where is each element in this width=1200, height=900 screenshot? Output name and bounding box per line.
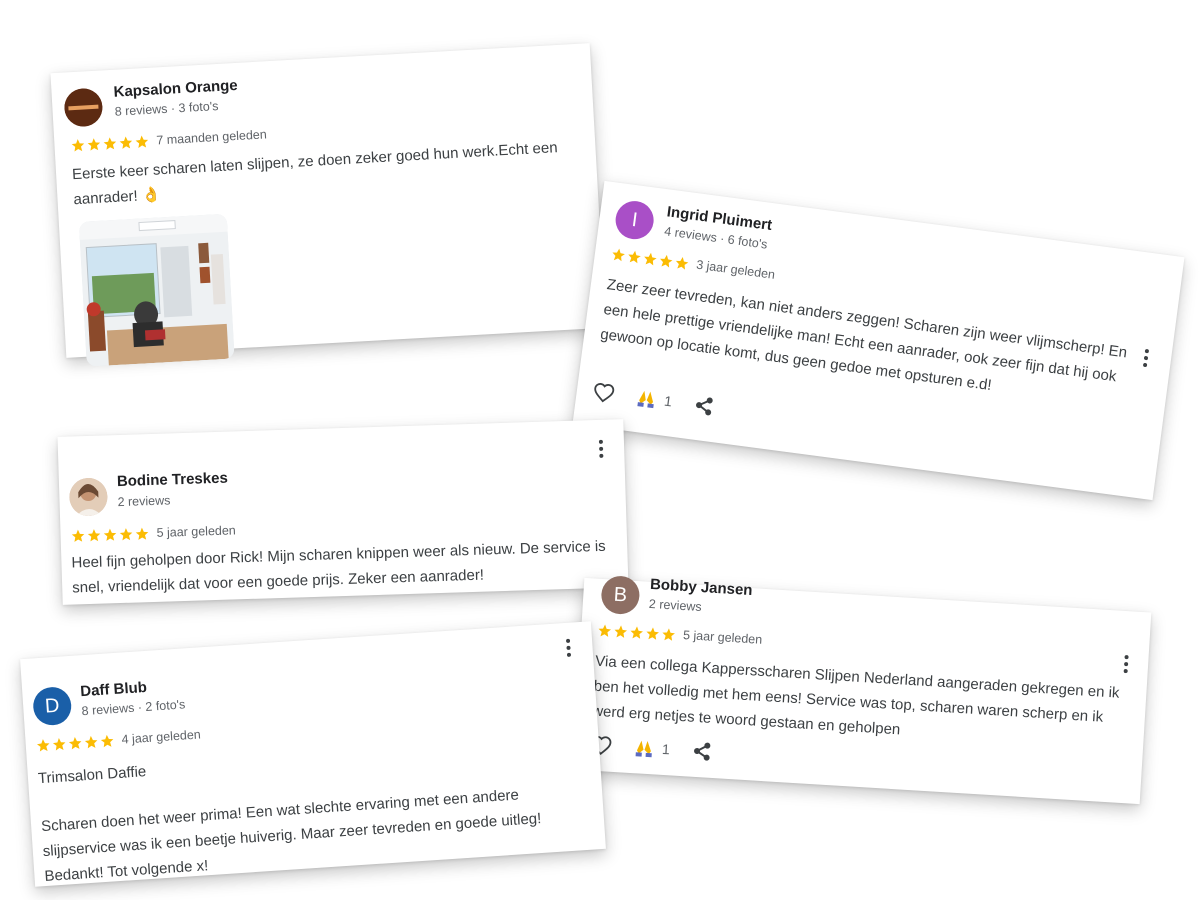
heart-outline-icon: [594, 383, 615, 403]
share-button[interactable]: [693, 395, 715, 417]
salon-logo-icon: [64, 88, 103, 127]
star-icon: [68, 736, 82, 750]
review-card: I Ingrid Pluimert 4 reviews · 6 foto's 3…: [572, 180, 1185, 501]
star-icon: [628, 250, 641, 264]
avatar[interactable]: D: [32, 685, 73, 727]
reaction-button[interactable]: 1: [634, 737, 671, 759]
review-actions: 1: [592, 381, 737, 420]
star-icon: [644, 252, 657, 266]
review-time: 5 jaar geleden: [682, 627, 763, 647]
salon-interior-photo: [78, 213, 235, 367]
star-icon: [71, 529, 85, 542]
pray-hands-icon: [637, 390, 654, 409]
star-icon: [71, 139, 85, 152]
star-icon: [36, 739, 50, 752]
more-vert-icon[interactable]: [1142, 348, 1151, 370]
review-text-intro: Trimsalon Daffie: [37, 763, 147, 788]
pray-hands-icon: [635, 740, 652, 758]
share-button[interactable]: [691, 741, 712, 762]
reviewer-name[interactable]: Bodine Treskes: [117, 470, 228, 490]
review-time: 7 maanden geleden: [155, 127, 268, 148]
star-icon: [646, 627, 659, 640]
review-text: Heel fijn geholpen door Rick! Mijn schar…: [71, 537, 606, 597]
star-icon: [614, 625, 628, 638]
like-button[interactable]: [592, 381, 616, 404]
avatar[interactable]: [68, 477, 108, 517]
user-photo-icon: [69, 477, 108, 517]
star-icon: [630, 626, 643, 639]
star-icon: [612, 248, 625, 262]
reviewer-meta: 2 reviews: [648, 596, 703, 615]
review-card: D Daff Blub 8 reviews · 2 foto's 4 jaar …: [20, 621, 606, 887]
star-icon: [87, 138, 101, 151]
star-icon: [675, 256, 689, 270]
review-actions: 1: [590, 735, 735, 764]
review-card: Kapsalon Orange 8 reviews · 3 foto's 7 m…: [50, 43, 606, 367]
star-icon: [119, 136, 133, 149]
avatar[interactable]: B: [600, 574, 641, 616]
star-icon: [135, 527, 149, 540]
avatar-letter: B: [613, 583, 628, 607]
rating-stars: [35, 733, 115, 753]
review-time: 3 jaar geleden: [695, 257, 776, 282]
avatar-letter: I: [630, 208, 639, 232]
review-card: B Bobby Jansen 2 reviews 5 jaar geleden …: [572, 574, 1152, 805]
reviewer-name[interactable]: Kapsalon Orange: [113, 77, 238, 101]
reviewer-meta: 8 reviews · 3 foto's: [114, 98, 219, 119]
review-card: Bodine Treskes 2 reviews 5 jaar geleden …: [57, 419, 629, 605]
star-icon: [103, 137, 117, 150]
review-text: Scharen doen het weer prima! Een wat sle…: [40, 786, 542, 886]
star-icon: [598, 624, 612, 637]
avatar[interactable]: I: [613, 198, 656, 242]
more-vert-icon[interactable]: [565, 638, 572, 659]
star-icon: [119, 528, 133, 541]
reaction-count: 1: [663, 392, 674, 410]
rating-stars: [597, 623, 677, 643]
reaction-count: 1: [661, 740, 671, 758]
reviewer-meta: 2 reviews: [117, 493, 171, 510]
star-icon: [660, 254, 673, 268]
rating-stars: [70, 134, 150, 153]
rating-stars: [70, 526, 149, 543]
star-icon: [662, 628, 675, 641]
reaction-button[interactable]: 1: [635, 387, 673, 412]
reviewer-meta: 8 reviews · 2 foto's: [81, 697, 186, 719]
avatar-letter: D: [44, 694, 61, 718]
share-icon: [693, 742, 711, 761]
star-icon: [135, 135, 149, 148]
more-vert-icon[interactable]: [598, 439, 605, 460]
star-icon: [100, 734, 114, 748]
more-vert-icon[interactable]: [1122, 654, 1129, 675]
rating-stars: [610, 246, 690, 271]
reviewer-name[interactable]: Daff Blub: [80, 679, 148, 700]
share-icon: [695, 397, 713, 416]
review-photo[interactable]: [78, 213, 235, 367]
star-icon: [84, 735, 98, 749]
reviewer-name[interactable]: Bobby Jansen: [650, 576, 753, 599]
star-icon: [87, 529, 101, 542]
review-time: 5 jaar geleden: [156, 523, 236, 540]
star-icon: [103, 528, 117, 541]
review-time: 4 jaar geleden: [121, 727, 202, 747]
avatar[interactable]: [63, 87, 104, 128]
star-icon: [52, 738, 66, 751]
